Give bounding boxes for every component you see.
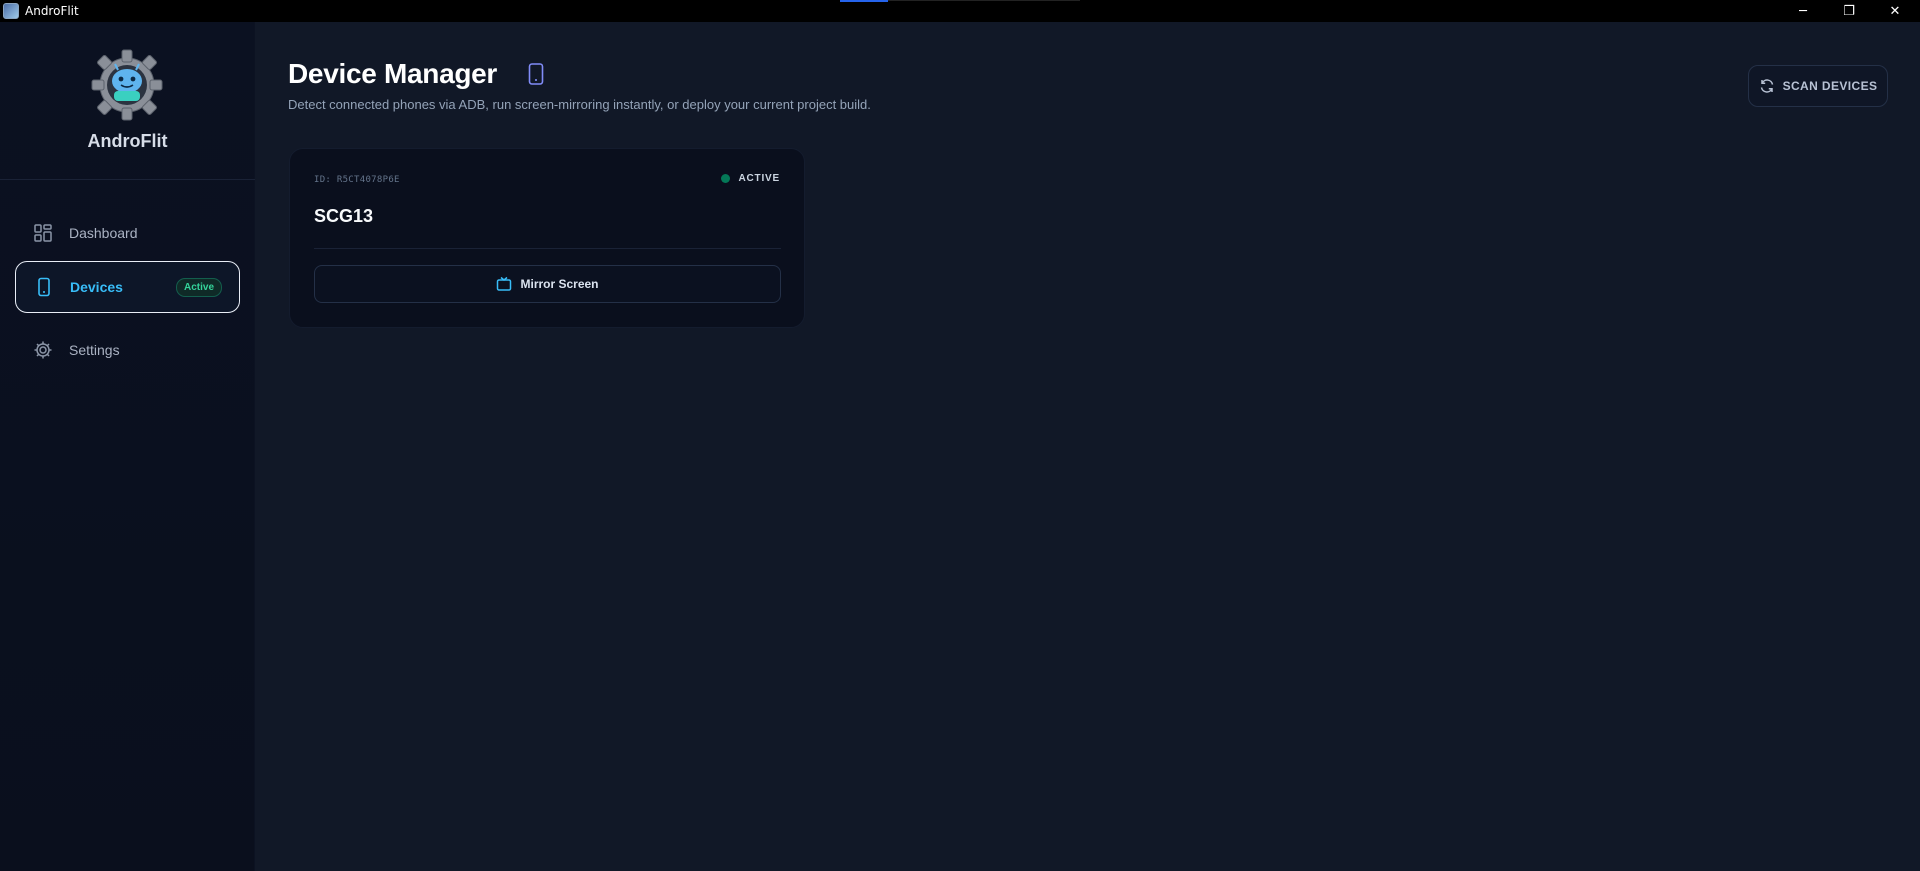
device-id: ID: R5CT4078P6E [314,175,400,185]
tv-icon [496,276,512,292]
phone-icon [528,63,544,85]
scan-devices-button[interactable]: SCAN DEVICES [1748,65,1888,107]
sidebar-item-label: Devices [70,279,123,295]
sidebar-divider [0,179,255,180]
scan-devices-label: SCAN DEVICES [1782,79,1878,93]
sidebar-item-settings[interactable]: Settings [15,324,240,376]
phone-icon [34,277,54,297]
grid-icon [33,223,53,243]
status-badge: ACTIVE [720,173,780,184]
sidebar-item-label: Dashboard [69,225,138,241]
refresh-icon [1759,78,1775,94]
minimize-button[interactable]: ─ [1780,0,1826,22]
sidebar: AndroFlit Dashboard Devices Active Setti… [0,22,255,871]
close-button[interactable]: ✕ [1872,0,1918,22]
mirror-screen-label: Mirror Screen [520,277,599,291]
device-card: ID: R5CT4078P6E ACTIVE SCG13 Mirror Scre… [289,148,805,328]
loading-bar [840,0,1080,2]
card-divider [314,248,781,249]
device-name: SCG13 [314,206,374,226]
gear-icon [33,340,53,360]
status-dot [720,174,730,183]
mirror-screen-button[interactable]: Mirror Screen [314,265,781,303]
sidebar-item-devices[interactable]: Devices Active [15,261,240,313]
page-title: Device Manager [288,58,498,89]
window-titlebar: AndroFlit ─ ❐ ✕ [0,0,1920,22]
sidebar-item-label: Settings [69,342,120,358]
app-icon [3,3,19,19]
brand-name: AndroFlit [87,131,168,151]
maximize-button[interactable]: ❐ [1826,0,1872,22]
gear-android-robot-logo [90,48,164,122]
status-label: ACTIVE [738,173,780,184]
window-title: AndroFlit [25,4,79,18]
sidebar-item-dashboard[interactable]: Dashboard [15,207,240,259]
page-subtitle: Detect connected phones via ADB, run scr… [288,97,871,112]
active-badge: Active [175,278,222,297]
main-content: Device Manager Detect connected phones v… [256,22,1920,871]
